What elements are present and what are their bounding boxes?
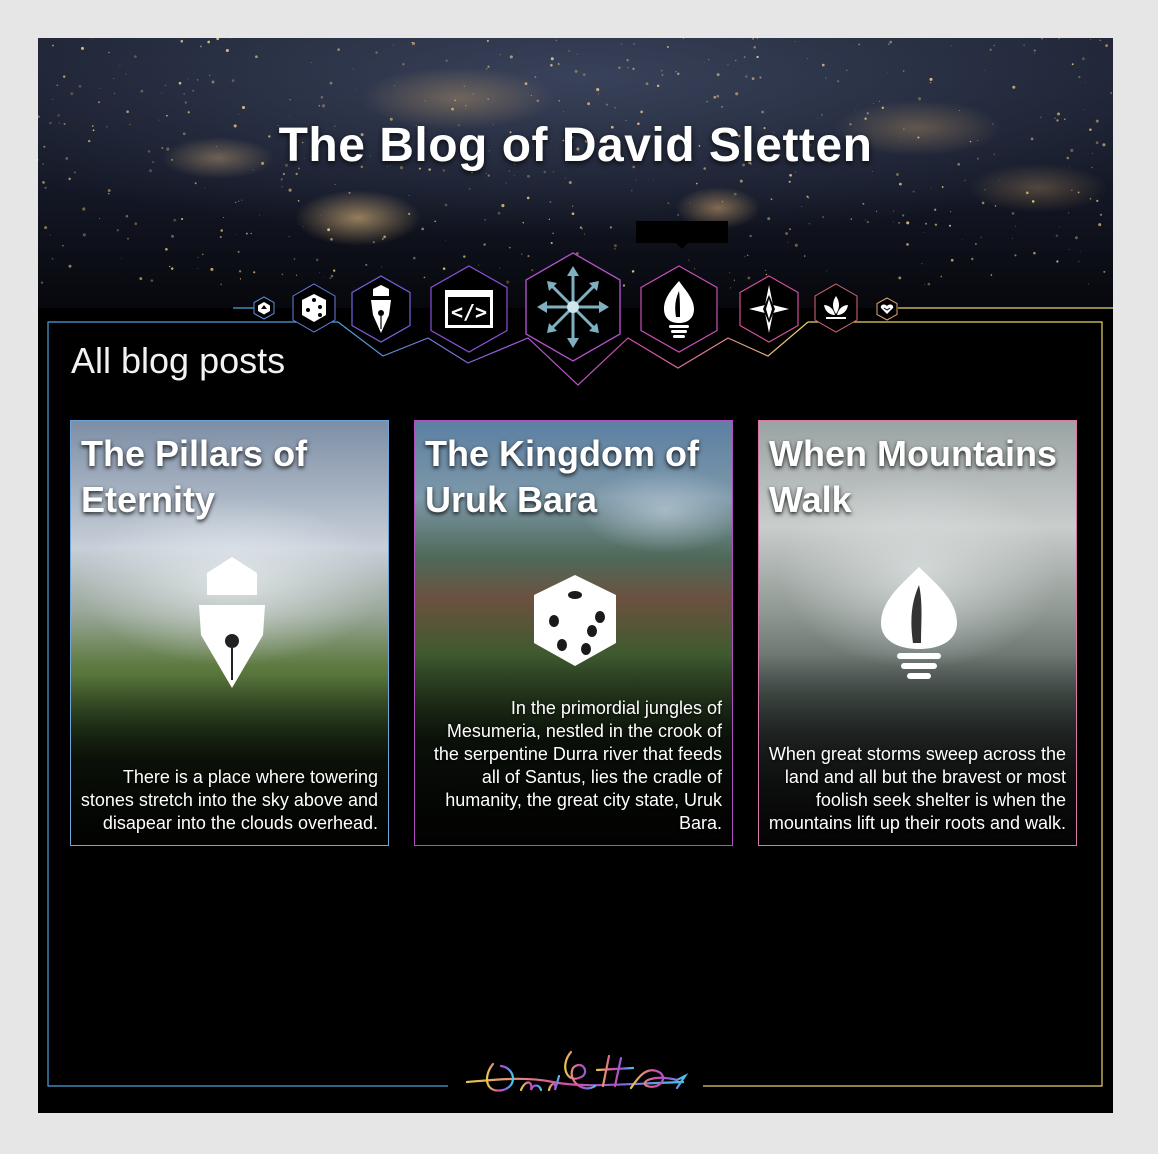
- post-card-pillars[interactable]: The Pillars of Eternity There is a place…: [70, 420, 389, 846]
- nav-chaos-star-icon[interactable]: [525, 252, 621, 362]
- nav-lotus-icon[interactable]: [814, 283, 858, 333]
- fountain-pen-icon: [197, 555, 267, 694]
- nav-flame-bulb-icon[interactable]: [640, 265, 718, 353]
- post-title[interactable]: The Kingdom of Uruk Bara: [425, 431, 725, 523]
- post-card-mountains-walk[interactable]: When Mountains Walk When great storms sw…: [758, 420, 1077, 846]
- flame-bulb-icon: [879, 565, 959, 684]
- nav-compass-star-icon[interactable]: [739, 275, 799, 343]
- nav-die-icon[interactable]: [292, 283, 336, 333]
- post-title[interactable]: When Mountains Walk: [769, 431, 1069, 523]
- nav-d20-icon[interactable]: [253, 296, 275, 320]
- signature-logo[interactable]: [463, 1046, 689, 1112]
- nav-code-icon[interactable]: </>: [430, 265, 508, 353]
- nav-fountain-pen-icon[interactable]: [351, 275, 411, 343]
- post-card-uruk-bara[interactable]: The Kingdom of Uruk Bara In the primordi…: [414, 420, 733, 846]
- svg-text:</>: </>: [451, 300, 487, 324]
- die-icon: [530, 573, 620, 672]
- post-excerpt: In the primordial jungles of Mesumeria, …: [433, 698, 722, 833]
- nav-heart-hands-icon[interactable]: [876, 297, 898, 321]
- post-title[interactable]: The Pillars of Eternity: [81, 431, 381, 523]
- page: The Blog of David Sletten </> All blog p…: [38, 38, 1113, 1113]
- section-title: All blog posts: [71, 340, 286, 381]
- post-excerpt: When great storms sweep across the land …: [768, 744, 1066, 833]
- post-excerpt: There is a place where towering stones s…: [80, 767, 378, 833]
